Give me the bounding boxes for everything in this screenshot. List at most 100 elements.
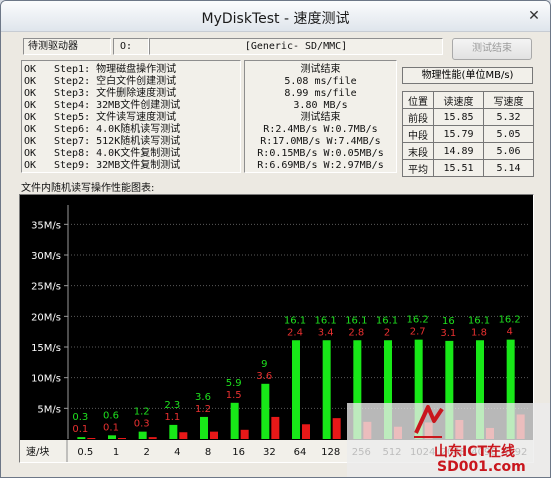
x-tick-label: 8: [205, 447, 211, 458]
perf-col-write: 写速度: [483, 91, 534, 109]
read-speed-bar: [200, 416, 208, 439]
perf-row: 中段 15.79 5.05: [402, 125, 534, 143]
step-row: OK Step9: 32MB文件复制测试: [24, 160, 180, 172]
y-tick-label: 20M/s: [31, 312, 61, 323]
write-value-label: 1.5: [226, 390, 242, 401]
y-tick-label: 25M/s: [31, 282, 61, 293]
step-label: Step8: 4.0K文件复制测试: [54, 148, 181, 159]
perf-cell: 平均: [402, 159, 434, 177]
write-value-label: 2: [384, 327, 390, 338]
step-label: Step7: 512K随机读写测试: [54, 136, 181, 147]
write-speed-bar: [210, 431, 218, 439]
read-value-label: 1.2: [134, 407, 150, 418]
step-status: OK: [24, 160, 37, 171]
perf-row: 前段 15.85 5.32: [402, 108, 534, 126]
x-tick-label: 4: [174, 447, 180, 458]
step-row: OK Step8: 4.0K文件复制测试: [24, 148, 180, 160]
close-icon[interactable]: ✕: [524, 7, 544, 25]
perf-cell: 15.51: [433, 159, 484, 177]
step-row: OK Step1: 物理磁盘操作测试: [24, 64, 176, 76]
step-label: Step4: 32MB文件创建测试: [54, 100, 181, 111]
result-value: 5.08 ms/file: [284, 76, 357, 87]
perf-cell: 14.89: [433, 142, 484, 160]
step-status: OK: [24, 76, 37, 87]
result-value: 测试结束: [300, 112, 341, 123]
read-value-label: 16.1: [468, 315, 490, 326]
result-value: 测试结束: [300, 64, 341, 75]
step-label: Step2: 空白文件创建测试: [54, 76, 177, 87]
write-speed-bar: [302, 424, 310, 439]
step-row: OK Step4: 32MB文件创建测试: [24, 100, 180, 112]
read-value-label: 0.6: [103, 410, 119, 421]
step-row: OK Step6: 4.0K随机读写测试: [24, 124, 180, 136]
write-speed-bar: [118, 438, 126, 439]
result-value: R:6.69MB/s W:2.97MB/s: [257, 160, 384, 171]
read-value-label: 16: [442, 316, 455, 327]
step-label: Step3: 文件删除速度测试: [54, 88, 177, 99]
window-title: MyDiskTest - 速度测试: [201, 11, 350, 27]
perf-cell: 5.05: [483, 125, 534, 143]
write-speed-bar: [87, 438, 96, 439]
step-row: OK Step2: 空白文件创建测试: [24, 76, 176, 88]
read-speed-bar: [169, 424, 178, 439]
read-value-label: 16.2: [407, 315, 429, 326]
step-status: OK: [24, 148, 37, 159]
write-value-label: 2.8: [348, 327, 364, 338]
perf-row: 末段 14.89 5.06: [402, 142, 534, 160]
perf-cell: 末段: [402, 142, 434, 160]
watermark-site-name: 山东ICT在线: [434, 444, 516, 460]
write-speed-bar: [148, 437, 157, 439]
steps-panel: OK Step1: 物理磁盘操作测试 OK Step2: 空白文件创建测试 OK Step…: [21, 60, 241, 173]
x-axis-title: 速/块: [26, 446, 49, 458]
read-speed-bar: [77, 437, 86, 439]
perf-cell: 前段: [402, 108, 434, 126]
x-tick-label: 0.5: [77, 447, 93, 458]
perf-col-position: 位置: [402, 91, 434, 109]
step-label: Step1: 物理磁盘操作测试: [54, 64, 177, 75]
read-value-label: 16.2: [499, 315, 521, 326]
test-button[interactable]: 测试结束: [452, 38, 532, 60]
step-label: Step9: 32MB文件复制测试: [54, 160, 181, 171]
x-tick-label: 16: [232, 447, 245, 458]
perf-cell: 15.79: [433, 125, 484, 143]
read-speed-bar: [108, 435, 116, 439]
read-value-label: 5.9: [226, 378, 242, 389]
drive-name-field[interactable]: [Generic- SD/MMC]: [149, 38, 443, 55]
result-value: R:2.4MB/s W:0.7MB/s: [263, 124, 378, 135]
driver-label: 待测驱动器: [23, 38, 111, 55]
read-value-label: 3.6: [195, 392, 211, 403]
read-speed-bar: [292, 340, 300, 439]
step-row: OK Step5: 文件读写速度测试: [24, 112, 176, 124]
perf-row: 平均 15.51 5.14: [402, 159, 534, 177]
result-value: R:0.15MB/s W:0.05MB/s: [257, 148, 384, 159]
step-status: OK: [24, 88, 37, 99]
y-tick-label: 10M/s: [31, 374, 61, 385]
title-bar[interactable]: MyDiskTest - 速度测试 ✕: [1, 1, 550, 32]
chart-caption: 文件内随机读写操作性能图表:: [21, 183, 155, 194]
read-speed-bar: [261, 383, 270, 439]
y-tick-label: 35M/s: [31, 220, 61, 231]
perf-cell: 5.32: [483, 108, 534, 126]
result-value: 8.99 ms/file: [284, 88, 357, 99]
write-speed-bar: [179, 432, 188, 439]
app-window: MyDiskTest - 速度测试 ✕ 待测驱动器 O: [Generic- S…: [0, 0, 551, 478]
write-value-label: 0.1: [72, 424, 88, 435]
perf-cell: 中段: [402, 125, 434, 143]
perf-table: 位置 读速度 写速度 前段 15.85 5.32 中段 15.79 5.05 末…: [402, 91, 534, 177]
read-value-label: 16.1: [284, 315, 306, 326]
x-tick-label: 128: [321, 447, 340, 458]
perf-cell: 15.85: [433, 108, 484, 126]
read-value-label: 2.3: [164, 400, 180, 411]
step-status: OK: [24, 136, 37, 147]
result-value: 3.80 MB/s: [293, 100, 348, 111]
drive-letter-field[interactable]: O:: [113, 38, 149, 55]
write-value-label: 2.4: [287, 327, 303, 338]
step-status: OK: [24, 112, 37, 123]
step-row: OK Step3: 文件删除速度测试: [24, 88, 176, 100]
write-value-label: 3.4: [318, 327, 334, 338]
y-tick-label: 30M/s: [31, 251, 61, 262]
results-panel: 测试结束 5.08 ms/file 8.99 ms/file 3.80 MB/s 测试结…: [244, 60, 397, 173]
write-value-label: 0.3: [134, 419, 150, 430]
read-speed-bar: [230, 402, 239, 439]
y-tick-label: 15M/s: [31, 343, 61, 354]
